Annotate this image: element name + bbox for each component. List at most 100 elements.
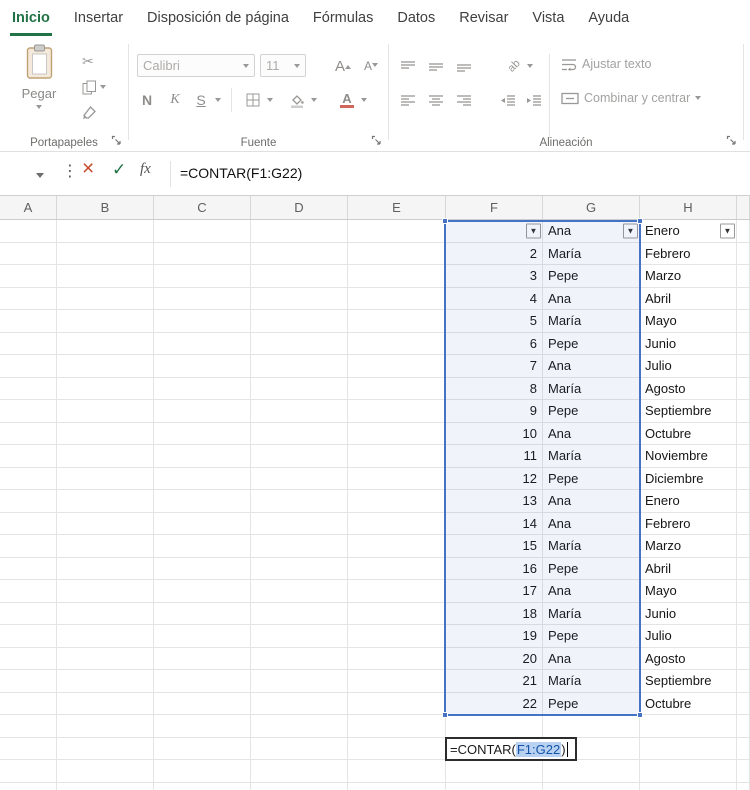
cell-E24[interactable] (348, 737, 446, 759)
wrap-text-button[interactable]: Ajustar texto (561, 57, 651, 71)
cell-D3[interactable] (251, 265, 348, 287)
cell-A24[interactable] (0, 737, 57, 759)
cell-G8[interactable]: María (543, 377, 640, 399)
cell-G21[interactable]: María (543, 670, 640, 692)
cell-G25[interactable] (543, 760, 640, 782)
cell-B6[interactable] (57, 332, 154, 354)
cell-F4[interactable]: 4 (446, 287, 543, 309)
cell-C13[interactable] (154, 490, 251, 512)
cell-x20[interactable] (737, 647, 750, 669)
cell-x2[interactable] (737, 242, 750, 264)
cell-D2[interactable] (251, 242, 348, 264)
cell-D23[interactable] (251, 715, 348, 737)
cell-A18[interactable] (0, 602, 57, 624)
cell-x5[interactable] (737, 310, 750, 332)
cell-B12[interactable] (57, 467, 154, 489)
cell-E21[interactable] (348, 670, 446, 692)
decrease-font-size-button[interactable]: A (359, 54, 383, 78)
cell-H11[interactable]: Noviembre (640, 445, 737, 467)
cell-A15[interactable] (0, 535, 57, 557)
borders-button[interactable] (241, 88, 265, 112)
cell-H8[interactable]: Agosto (640, 377, 737, 399)
cell-F23[interactable] (446, 715, 543, 737)
menu-tab-formulas[interactable]: Fórmulas (313, 0, 373, 36)
cell-G13[interactable]: Ana (543, 490, 640, 512)
font-dialog-launcher[interactable] (371, 135, 383, 147)
cell-C3[interactable] (154, 265, 251, 287)
cell-B5[interactable] (57, 310, 154, 332)
cell-C23[interactable] (154, 715, 251, 737)
cell-E20[interactable] (348, 647, 446, 669)
cell-B11[interactable] (57, 445, 154, 467)
cell-x18[interactable] (737, 602, 750, 624)
cell-B25[interactable] (57, 760, 154, 782)
cell-x25[interactable] (737, 760, 750, 782)
cell-H20[interactable]: Agosto (640, 647, 737, 669)
cell-C14[interactable] (154, 512, 251, 534)
cell-G7[interactable]: Ana (543, 355, 640, 377)
cell-E22[interactable] (348, 692, 446, 714)
cell-E15[interactable] (348, 535, 446, 557)
cell-H23[interactable] (640, 715, 737, 737)
cell-D6[interactable] (251, 332, 348, 354)
fill-color-dropdown-icon[interactable] (311, 98, 317, 102)
cell-G4[interactable]: Ana (543, 287, 640, 309)
cell-x4[interactable] (737, 287, 750, 309)
cell-C21[interactable] (154, 670, 251, 692)
menu-tab-vista[interactable]: Vista (532, 0, 564, 36)
column-header-C[interactable]: C (154, 196, 251, 219)
cell-B23[interactable] (57, 715, 154, 737)
cell-x17[interactable] (737, 580, 750, 602)
cell-A5[interactable] (0, 310, 57, 332)
cell-H10[interactable]: Octubre (640, 422, 737, 444)
cell-F16[interactable]: 16 (446, 557, 543, 579)
cell-C20[interactable] (154, 647, 251, 669)
cell-F5[interactable]: 5 (446, 310, 543, 332)
insert-function-button[interactable]: fx (140, 161, 151, 178)
cell-D20[interactable] (251, 647, 348, 669)
cell-B14[interactable] (57, 512, 154, 534)
column-header-B[interactable]: B (57, 196, 154, 219)
increase-font-size-button[interactable]: A (331, 54, 355, 78)
cell-F17[interactable]: 17 (446, 580, 543, 602)
cell-B13[interactable] (57, 490, 154, 512)
cell-G15[interactable]: María (543, 535, 640, 557)
cell-x24[interactable] (737, 737, 750, 759)
underline-button[interactable]: S (189, 88, 213, 112)
cell-F1[interactable]: ▼ (446, 220, 543, 242)
cell-G10[interactable]: Ana (543, 422, 640, 444)
cell-G2[interactable]: María (543, 242, 640, 264)
format-painter-button[interactable] (82, 102, 116, 124)
cell-A2[interactable] (0, 242, 57, 264)
name-box-dropdown[interactable] (36, 167, 44, 185)
cell-E26[interactable] (348, 782, 446, 790)
cell-G12[interactable]: Pepe (543, 467, 640, 489)
cell-F6[interactable]: 6 (446, 332, 543, 354)
cell-A14[interactable] (0, 512, 57, 534)
cell-E25[interactable] (348, 760, 446, 782)
cell-D21[interactable] (251, 670, 348, 692)
cell-G18[interactable]: María (543, 602, 640, 624)
cut-button[interactable]: ✂ (82, 50, 116, 72)
cell-H16[interactable]: Abril (640, 557, 737, 579)
cell-F7[interactable]: 7 (446, 355, 543, 377)
cell-F20[interactable]: 20 (446, 647, 543, 669)
cell-B1[interactable] (57, 220, 154, 242)
cell-H15[interactable]: Marzo (640, 535, 737, 557)
cell-A21[interactable] (0, 670, 57, 692)
cell-E2[interactable] (348, 242, 446, 264)
cell-x16[interactable] (737, 557, 750, 579)
cell-G1[interactable]: Ana ▼ (543, 220, 640, 242)
font-size-select[interactable]: 11 (260, 54, 306, 77)
cell-E8[interactable] (348, 377, 446, 399)
cell-B19[interactable] (57, 625, 154, 647)
active-formula-cell[interactable]: =CONTAR(F1:G22) (445, 737, 577, 761)
cell-F14[interactable]: 14 (446, 512, 543, 534)
filter-dropdown-button[interactable]: ▼ (623, 223, 638, 239)
cell-A12[interactable] (0, 467, 57, 489)
menu-tab-insertar[interactable]: Insertar (74, 0, 123, 36)
cell-B9[interactable] (57, 400, 154, 422)
underline-dropdown-icon[interactable] (215, 98, 221, 102)
cell-A13[interactable] (0, 490, 57, 512)
menu-tab-datos[interactable]: Datos (397, 0, 435, 36)
